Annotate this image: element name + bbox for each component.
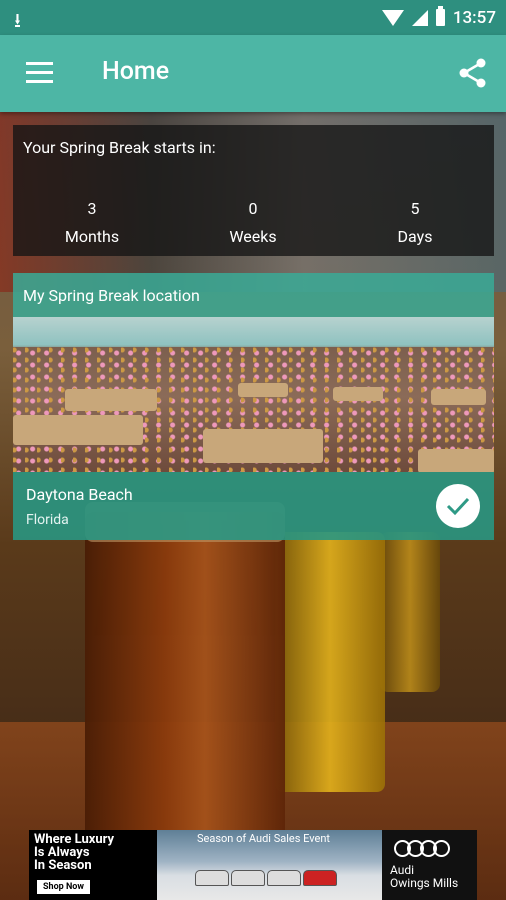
countdown-label: Weeks — [229, 227, 277, 246]
countdown-label: Days — [397, 227, 433, 246]
location-header[interactable]: My Spring Break location — [13, 273, 494, 317]
signal-icon — [411, 9, 428, 26]
countdown-weeks: 0 Weeks — [193, 195, 313, 251]
ad-brand: Audi Owings Mills — [390, 863, 459, 890]
status-bar: ⭳ 13:57 — [0, 0, 506, 35]
status-time: 13:57 — [452, 7, 496, 28]
app-bar: Home — [0, 35, 506, 112]
location-info[interactable]: Daytona Beach Florida — [13, 472, 494, 540]
countdown-value: 3 — [87, 199, 97, 218]
ad-headline: Where Luxury Is Always In Season — [34, 832, 115, 873]
countdown-value: 0 — [248, 199, 258, 218]
battery-icon — [435, 6, 445, 26]
audi-logo-icon — [394, 840, 450, 857]
ad-brand-panel: Audi Owings Mills — [382, 830, 477, 900]
countdown-title: Your Spring Break starts in: — [23, 138, 216, 157]
location-name: Daytona Beach — [26, 485, 133, 504]
countdown-days: 5 Days — [355, 195, 475, 251]
location-photo[interactable] — [13, 317, 494, 472]
ad-left-panel: Where Luxury Is Always In Season Shop No… — [29, 830, 157, 900]
wifi-icon — [381, 9, 404, 26]
ad-image: Season of Audi Sales Event — [157, 830, 382, 900]
location-header-label: My Spring Break location — [23, 286, 200, 305]
countdown-card: Your Spring Break starts in: 3 Months 0 … — [13, 125, 494, 256]
ad-shop-button[interactable]: Shop Now — [37, 880, 91, 894]
share-icon[interactable] — [455, 55, 491, 91]
checkmark-icon[interactable] — [436, 484, 480, 528]
ad-event: Season of Audi Sales Event — [197, 832, 331, 845]
ad-banner[interactable]: Where Luxury Is Always In Season Shop No… — [29, 830, 477, 900]
countdown-months: 3 Months — [32, 195, 152, 251]
location-state: Florida — [26, 512, 69, 528]
hamburger-menu-icon[interactable] — [26, 62, 53, 84]
countdown-value: 5 — [410, 199, 420, 218]
page-title: Home — [102, 57, 170, 86]
countdown-label: Months — [64, 227, 120, 246]
